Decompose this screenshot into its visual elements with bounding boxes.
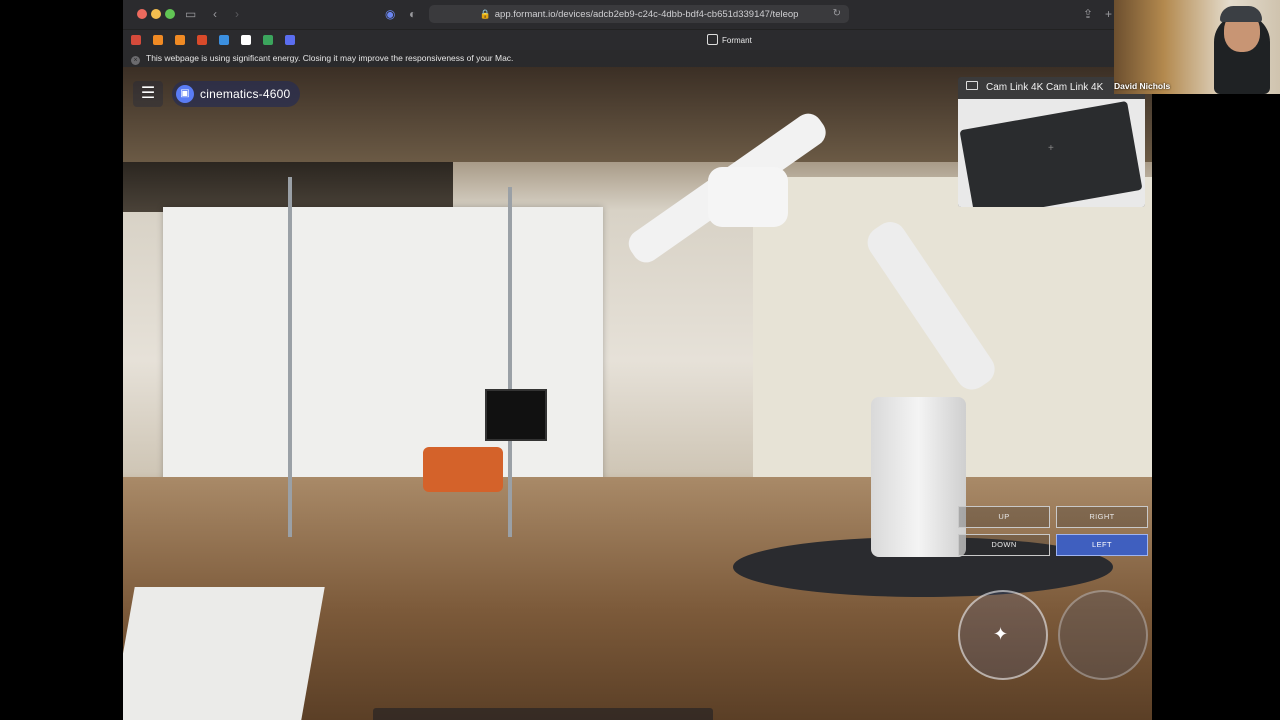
bookmark-icon-6[interactable]	[241, 35, 251, 45]
browser-toolbar: ▭ ‹ › ◉ ◐ 🔒 app.formant.io/devices/adcb2e…	[123, 0, 1152, 29]
forward-icon[interactable]: ›	[235, 6, 239, 22]
address-bar[interactable]: 🔒 app.formant.io/devices/adcb2eb9-c24c-4d…	[429, 5, 849, 23]
extension-icon[interactable]: ◉	[385, 6, 395, 22]
tab-title-label: Formant	[722, 36, 752, 45]
bookmark-icon-4[interactable]	[197, 35, 207, 45]
formant-favicon-icon	[707, 34, 718, 45]
down-button[interactable]: DOWN	[958, 534, 1050, 556]
participant-hat	[1220, 6, 1262, 22]
robot-icon: ▣	[176, 85, 194, 103]
participant-name: David Nichols	[1114, 81, 1171, 91]
back-icon[interactable]: ‹	[213, 6, 217, 22]
fullscreen-window-button[interactable]	[165, 9, 175, 19]
scene-robot-head	[708, 167, 788, 227]
active-tab[interactable]: Formant	[707, 34, 752, 47]
address-bar-url: app.formant.io/devices/adcb2eb9-c24c-4db…	[494, 9, 799, 20]
bookmark-gmail-icon[interactable]	[131, 35, 141, 45]
camera-icon	[966, 81, 978, 90]
lock-icon: 🔒	[479, 9, 491, 19]
scene-table	[123, 587, 325, 720]
bookmark-icon-2[interactable]	[153, 35, 163, 45]
share-icon[interactable]: ⇪	[1083, 6, 1093, 22]
scene-monitor	[485, 389, 547, 441]
close-window-button[interactable]	[137, 9, 147, 19]
right-joystick[interactable]	[1058, 590, 1148, 680]
hamburger-menu-button[interactable]: ☰	[133, 81, 163, 107]
scene-light-stand	[508, 187, 512, 537]
menu-icon: ☰	[140, 85, 156, 102]
scene-robot-base	[871, 397, 966, 557]
bottom-toolbar[interactable]	[373, 708, 713, 720]
reload-icon[interactable]: ↻	[833, 5, 841, 23]
camera-panel[interactable]: Cam Link 4K Cam Link 4K +	[958, 77, 1145, 207]
participant-video-tile	[1114, 0, 1280, 94]
scene-light-stand	[288, 177, 292, 537]
bookmark-icon-7[interactable]	[263, 35, 273, 45]
browser-window: ▭ ‹ › ◉ ◐ 🔒 app.formant.io/devices/adcb2e…	[123, 0, 1152, 720]
privacy-shield-icon[interactable]: ◐	[409, 6, 416, 22]
teleop-video-feed[interactable]: ☰ ▣ cinematics-4600 Cam Link 4K Cam Link…	[123, 67, 1152, 720]
scene-backdrop-wall	[163, 207, 603, 497]
crosshair-icon: +	[1048, 143, 1054, 154]
sidebar-toggle-icon[interactable]: ▭	[185, 6, 196, 22]
bookmark-icon-8[interactable]	[285, 35, 295, 45]
up-button[interactable]: UP	[958, 506, 1050, 528]
energy-notice-bar: × This webpage is using significant energ…	[123, 50, 1152, 67]
joystick-knob-icon: ✦	[993, 624, 1009, 644]
minimize-window-button[interactable]	[151, 9, 161, 19]
bookmark-drive-icon[interactable]	[219, 35, 229, 45]
camera-panel-title: Cam Link 4K Cam Link 4K	[986, 82, 1104, 93]
camera-feed[interactable]: +	[958, 99, 1145, 207]
right-button[interactable]: RIGHT	[1056, 506, 1148, 528]
device-name: cinematics-4600	[200, 87, 291, 101]
device-selector[interactable]: ▣ cinematics-4600	[172, 81, 301, 107]
left-joystick[interactable]: ✦	[958, 590, 1048, 680]
close-notice-icon[interactable]: ×	[131, 56, 140, 65]
bookmark-icon-3[interactable]	[175, 35, 185, 45]
left-button[interactable]: LEFT	[1056, 534, 1148, 556]
new-tab-icon[interactable]: +	[1105, 6, 1112, 22]
bookmarks-bar: Formant	[123, 29, 1152, 51]
scene-sandbags	[423, 447, 503, 492]
energy-notice-text: This webpage is using significant energy…	[146, 53, 514, 63]
